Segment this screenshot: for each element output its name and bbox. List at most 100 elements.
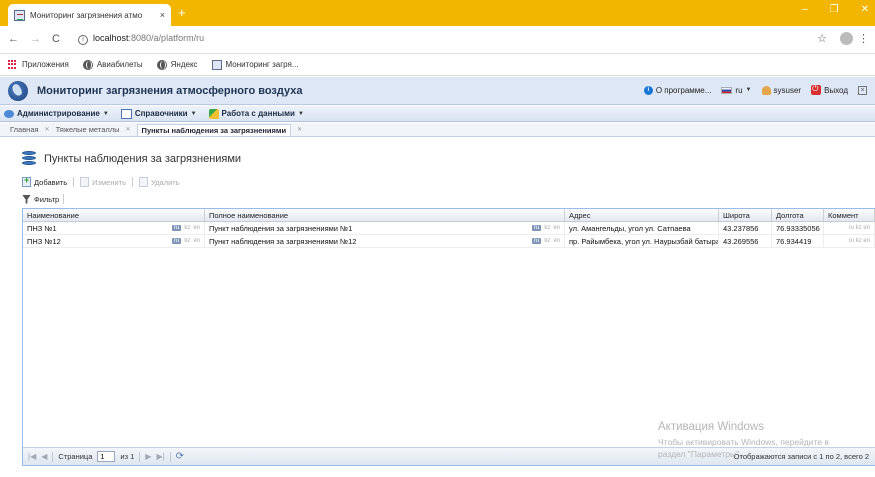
lang-badge-en: en — [193, 225, 200, 231]
globe-icon — [156, 59, 167, 70]
bookmark-yandex[interactable]: Яндекс — [156, 59, 198, 70]
column-header-address[interactable]: Адрес — [565, 209, 719, 221]
bookmark-label: Приложения — [22, 60, 69, 69]
language-badges: ru kz en — [531, 238, 560, 244]
window-controls: – ❐ ✕ — [802, 4, 869, 15]
breadcrumb-close-icon[interactable]: ✕ — [126, 126, 131, 133]
username: sysuser — [773, 85, 802, 95]
logout-button[interactable]: Выход — [811, 84, 848, 95]
cell-text: Пункт наблюдения за загрязнениями №1 — [209, 223, 353, 233]
language-selector[interactable]: ru ▼ — [721, 86, 752, 95]
menu-administration[interactable]: Администрирование ▼ — [4, 109, 109, 118]
url-path: :8080/a/platform/ru — [128, 33, 205, 43]
pagination-bar: |◀ ◀ Страница из 1 ▶ ▶| ⟳ Отображаются з… — [23, 447, 875, 465]
lang-badge-kz: kz — [855, 238, 862, 244]
lang-badge-kz: kz — [184, 238, 191, 244]
delete-button[interactable]: Удалить — [139, 177, 180, 187]
column-header-longitude[interactable]: Долгота — [772, 209, 824, 221]
filter-button[interactable]: Фильтр — [22, 194, 59, 204]
breadcrumb-heavy-metals[interactable]: Тяжелые металлы — [56, 125, 120, 134]
lang-badge-ru: ru — [531, 238, 542, 244]
admin-icon — [4, 109, 14, 118]
pager-summary: Отображаются записи с 1 по 2, всего 2 — [733, 452, 869, 461]
menu-directories[interactable]: Справочники ▼ — [120, 108, 197, 119]
language-badges: ru kz en — [171, 225, 200, 231]
tab-close-icon[interactable]: × — [160, 10, 165, 20]
user-icon — [761, 85, 771, 95]
menu-label: Администрирование — [17, 109, 100, 118]
edit-button[interactable]: Изменить — [80, 177, 126, 187]
address-bar: ← → C i localhost:8080/a/platform/ru ☆ ⋮ — [0, 26, 875, 54]
page-number-input[interactable] — [97, 451, 116, 462]
lang-badge-en: en — [193, 238, 200, 244]
column-header-comment[interactable]: Коммент — [824, 209, 875, 221]
cell-text: Пункт наблюдения за загрязнениями №12 — [209, 236, 357, 246]
data-icon — [208, 108, 219, 119]
page-count: из 1 — [120, 452, 135, 461]
last-page-icon[interactable]: ▶| — [156, 452, 164, 461]
refresh-icon[interactable]: ⟳ — [176, 451, 184, 462]
browser-tabstrip: Мониторинг загрязнения атмо × + – ❐ ✕ — [0, 0, 875, 26]
user-menu[interactable]: sysuser — [761, 85, 802, 95]
prev-page-icon[interactable]: ◀ — [41, 452, 47, 461]
data-grid: Наименование Полное наименование Адрес Ш… — [22, 208, 875, 466]
url-field[interactable]: i localhost:8080/a/platform/ru — [78, 33, 204, 45]
bookmarks-bar: Приложения Авиабилеты Яндекс Мониторинг … — [0, 54, 875, 76]
about-label: О программе... — [655, 85, 712, 95]
lang-badge-en: en — [553, 225, 560, 231]
language-badges: ru kz en — [171, 238, 200, 244]
browser-menu-icon[interactable]: ⋮ — [858, 32, 869, 45]
back-button[interactable]: ← — [8, 33, 19, 45]
cell-text: ПНЗ №1 — [27, 223, 57, 233]
breadcrumb-home[interactable]: Главная — [10, 125, 39, 134]
lang-badge-kz: kz — [544, 238, 551, 244]
cell-latitude: 43.269556 — [719, 235, 772, 247]
add-button[interactable]: Добавить — [22, 175, 67, 187]
site-info-icon[interactable]: i — [78, 35, 88, 45]
breadcrumb-current[interactable]: Пункты наблюдения за загрязнениями — [136, 123, 292, 136]
collapse-icon[interactable]: × — [858, 85, 867, 95]
edit-label: Изменить — [92, 177, 126, 187]
lang-badge-en: en — [553, 238, 560, 244]
toolbar-divider — [63, 194, 65, 204]
lang-badge-kz: kz — [544, 225, 551, 231]
maximize-button[interactable]: ❐ — [830, 4, 839, 15]
profile-avatar[interactable] — [840, 32, 853, 45]
close-window-button[interactable]: ✕ — [861, 4, 869, 15]
column-header-latitude[interactable]: Широта — [719, 209, 772, 221]
delete-label: Удалить — [151, 177, 180, 187]
lang-badge-ru: ru — [531, 225, 542, 231]
header-actions: i О программе... ru ▼ sysuser Выход × — [643, 84, 867, 95]
browser-tab[interactable]: Мониторинг загрязнения атмо × — [8, 4, 171, 26]
table-row[interactable]: ПНЗ №1 ru kz en Пункт наблюдения за загр… — [23, 222, 875, 235]
bookmark-label: Авиабилеты — [96, 60, 143, 69]
filter-icon — [22, 194, 31, 204]
cell-longitude: 76.93335056 — [772, 222, 824, 234]
new-tab-button[interactable]: + — [178, 5, 186, 20]
menu-data[interactable]: Работа с данными ▼ — [208, 108, 304, 119]
table-row[interactable]: ПНЗ №12 ru kz en Пункт наблюдения за заг… — [23, 235, 875, 248]
app-favicon-icon — [14, 9, 25, 21]
column-header-full-name[interactable]: Полное наименование — [205, 209, 565, 221]
breadcrumb-close-icon[interactable]: ✕ — [297, 126, 302, 133]
lang-badge-kz: kz — [184, 225, 191, 231]
breadcrumb-close-icon[interactable]: ✕ — [45, 126, 50, 133]
grid-toolbar: Добавить Изменить Удалить — [22, 175, 875, 189]
minimize-button[interactable]: – — [802, 4, 808, 15]
about-link[interactable]: i О программе... — [643, 85, 712, 95]
bookmark-monitoring[interactable]: Мониторинг загря... — [211, 59, 299, 70]
page-title: Пункты наблюдения за загрязнениями — [44, 153, 242, 165]
reload-button[interactable]: C — [52, 33, 60, 45]
column-header-name[interactable]: Наименование — [23, 209, 205, 221]
cell-text: ПНЗ №12 — [27, 236, 61, 246]
bookmark-apps[interactable]: Приложения — [8, 59, 69, 70]
lang-badge-ru: ru — [848, 225, 854, 231]
next-page-icon[interactable]: ▶ — [145, 452, 151, 461]
bookmark-star-icon[interactable]: ☆ — [817, 32, 827, 45]
power-icon — [811, 84, 822, 95]
bookmark-aviabilety[interactable]: Авиабилеты — [82, 59, 143, 70]
lang-badge-ru: ru — [848, 238, 854, 244]
menu-label: Работа с данными — [221, 109, 295, 118]
first-page-icon[interactable]: |◀ — [28, 452, 36, 461]
forward-button[interactable]: → — [30, 33, 41, 45]
